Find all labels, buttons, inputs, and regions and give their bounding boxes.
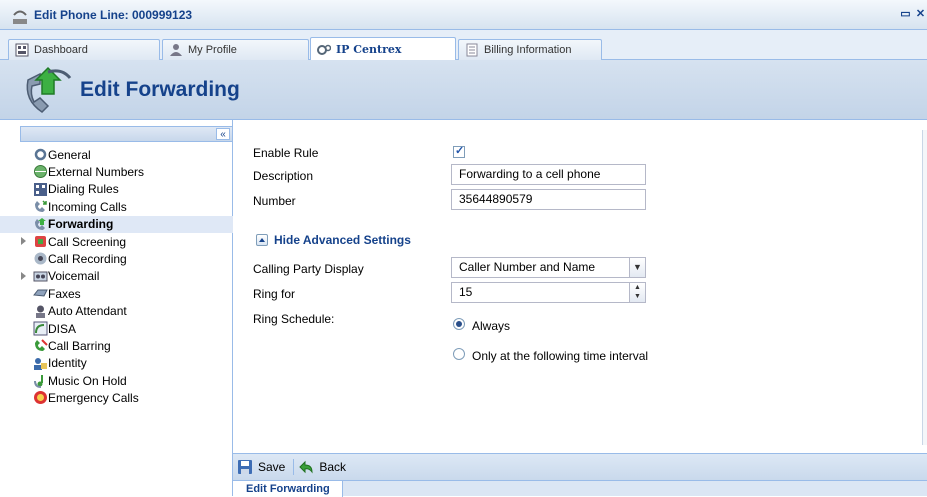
ring-for-value: 15 xyxy=(459,285,473,299)
enable-rule-checkbox[interactable] xyxy=(453,144,465,158)
ring-schedule-interval-label: Only at the following time interval xyxy=(472,349,649,363)
page-title: Edit Forwarding xyxy=(80,78,240,101)
tab-my-profile[interactable]: My Profile xyxy=(162,39,309,60)
globe-phone-icon xyxy=(34,165,47,179)
footer-tabbar: Edit Forwarding xyxy=(233,480,927,497)
gear-icon xyxy=(34,148,47,161)
bottom-toolbar: Save Back xyxy=(233,453,927,480)
ring-schedule-label: Ring Schedule: xyxy=(253,312,335,326)
form-scrollbar[interactable] xyxy=(922,130,927,445)
emergency-icon xyxy=(34,391,47,405)
disa-icon xyxy=(33,321,48,336)
sidebar-item-call-screening[interactable]: Call Screening xyxy=(0,233,233,250)
sidebar-item-forwarding[interactable]: Forwarding xyxy=(0,215,233,233)
dashboard-icon xyxy=(15,43,29,57)
ring-for-spinner[interactable]: 15 ▲ ▼ xyxy=(451,282,646,303)
enable-rule-label: Enable Rule xyxy=(253,146,319,160)
calling-party-display-label: Calling Party Display xyxy=(253,262,364,276)
spinner-arrows-icon[interactable]: ▲ ▼ xyxy=(629,283,645,302)
identity-icon xyxy=(34,357,47,370)
window-title: Edit Phone Line: 000999123 xyxy=(34,8,193,22)
sidebar-item-call-barring[interactable]: Call Barring xyxy=(0,337,233,354)
description-field[interactable]: Forwarding to a cell phone xyxy=(451,164,646,185)
ring-schedule-always-radio[interactable] xyxy=(453,318,465,330)
back-arrow-icon xyxy=(299,460,313,474)
sidebar: « General External Numbers Dialing Rules… xyxy=(0,120,233,496)
call-recording-icon xyxy=(34,252,47,265)
number-label: Number xyxy=(253,194,296,208)
back-button[interactable]: Back xyxy=(294,459,354,475)
save-label: Save xyxy=(258,460,286,474)
ring-for-label: Ring for xyxy=(253,287,296,301)
tab-dashboard[interactable]: Dashboard xyxy=(8,39,160,60)
window-titlebar: Edit Phone Line: 000999123 ▭ ✕ xyxy=(0,0,927,30)
sidebar-item-auto-attendant[interactable]: Auto Attendant xyxy=(0,303,233,320)
collapse-up-icon xyxy=(256,234,268,246)
auto-attendant-icon xyxy=(36,305,45,318)
forwarding-icon xyxy=(35,217,46,230)
sidebar-item-music-on-hold[interactable]: Music On Hold xyxy=(0,372,233,389)
expand-arrow-icon[interactable] xyxy=(21,236,26,245)
save-button[interactable]: Save xyxy=(233,459,293,475)
ring-schedule-interval-radio[interactable] xyxy=(453,348,465,360)
forwarding-form: Enable Rule Description Forwarding to a … xyxy=(234,120,927,453)
voicemail-icon xyxy=(33,271,48,282)
hide-advanced-settings-toggle[interactable]: Hide Advanced Settings xyxy=(256,233,411,247)
tab-billing-information[interactable]: Billing Information xyxy=(458,39,602,60)
gears-icon xyxy=(317,44,331,55)
call-barring-icon xyxy=(35,339,48,352)
forwarding-phone-icon xyxy=(26,66,72,113)
sidebar-item-faxes[interactable]: Faxes xyxy=(0,285,233,302)
sidebar-item-external-numbers[interactable]: External Numbers xyxy=(0,163,233,180)
page-header: Edit Forwarding xyxy=(0,60,927,120)
music-note-icon xyxy=(34,375,43,389)
sidebar-item-general[interactable]: General xyxy=(0,146,233,163)
tab-label: My Profile xyxy=(188,44,237,56)
sidebar-item-identity[interactable]: Identity xyxy=(0,355,233,372)
incoming-calls-icon xyxy=(35,200,47,213)
sidebar-nav: General External Numbers Dialing Rules I… xyxy=(0,146,233,407)
chevron-down-icon[interactable]: ▼ xyxy=(629,258,645,277)
calling-party-display-select[interactable]: Caller Number and Name ▼ xyxy=(451,257,646,278)
document-icon xyxy=(466,43,478,57)
sidebar-item-emergency-calls[interactable]: Emergency Calls xyxy=(0,389,233,406)
expand-arrow-icon[interactable] xyxy=(21,271,26,280)
sidebar-item-disa[interactable]: DISA xyxy=(0,320,233,337)
number-field[interactable]: 35644890579 xyxy=(451,189,646,210)
restore-window-icon[interactable]: ▭ xyxy=(899,8,912,21)
user-icon xyxy=(170,44,182,56)
tab-label: Dashboard xyxy=(34,44,88,56)
ring-schedule-always-label: Always xyxy=(472,319,511,333)
calling-party-display-value: Caller Number and Name xyxy=(459,260,596,274)
save-disk-icon xyxy=(238,460,252,474)
back-label: Back xyxy=(319,460,347,474)
description-label: Description xyxy=(253,169,314,183)
footer-tab-edit-forwarding[interactable]: Edit Forwarding xyxy=(233,481,343,497)
collapse-sidebar-button[interactable]: « xyxy=(216,128,230,140)
sidebar-collapse-bar: « xyxy=(20,126,233,142)
sidebar-item-call-recording[interactable]: Call Recording xyxy=(0,250,233,267)
advanced-toggle-label: Hide Advanced Settings xyxy=(274,233,411,247)
call-screening-icon xyxy=(35,235,46,247)
tab-label: IP Centrex xyxy=(336,43,402,56)
main-tabbar: Dashboard My Profile IP Centrex Billing … xyxy=(0,30,927,61)
phone-line-logo-icon xyxy=(13,10,27,24)
tab-ip-centrex[interactable]: IP Centrex xyxy=(310,37,456,61)
fax-icon xyxy=(33,289,48,297)
sidebar-item-dialing-rules[interactable]: Dialing Rules xyxy=(0,181,233,198)
sidebar-item-voicemail[interactable]: Voicemail xyxy=(0,268,233,285)
dialing-rules-icon xyxy=(34,182,47,196)
sidebar-item-incoming-calls[interactable]: Incoming Calls xyxy=(0,198,233,215)
tab-label: Billing Information xyxy=(484,44,572,56)
close-window-icon[interactable]: ✕ xyxy=(914,8,927,21)
